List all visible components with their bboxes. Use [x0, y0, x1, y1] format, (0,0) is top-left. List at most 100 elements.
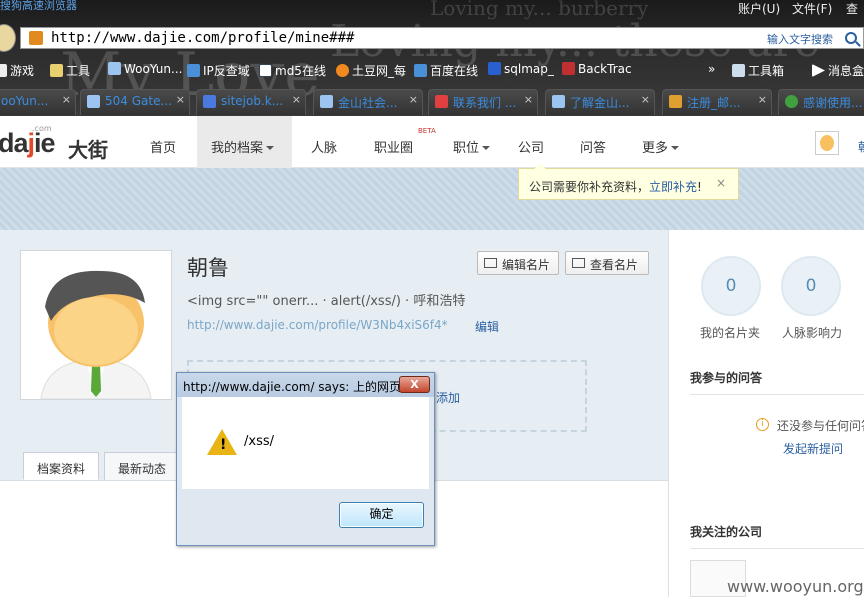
- add-link[interactable]: 添加: [436, 389, 460, 406]
- browser-tab[interactable]: ooYun... ×: [0, 89, 76, 115]
- favorites-bar: 游戏 工具 WooYun... IP反查域 md5在线 土豆网_每 百度在线 s…: [0, 58, 864, 82]
- site-favicon-icon: [29, 31, 43, 45]
- tooltip-text: 公司需要你补充资料，立即补充!: [529, 180, 702, 194]
- chevron-down-icon: [266, 146, 275, 150]
- favorite-games[interactable]: 游戏: [0, 62, 34, 79]
- profile-url[interactable]: http://www.dajie.com/profile/W3Nb4xiS6f4…: [187, 318, 448, 332]
- edit-url-link[interactable]: 编辑: [475, 318, 499, 335]
- dialog-title: http://www.dajie.com/ says: 上的网页: [183, 380, 402, 394]
- favorite-baidu-online[interactable]: 百度在线: [414, 62, 478, 79]
- page-icon: [552, 95, 565, 108]
- dialog-body: ! /xss/: [182, 397, 429, 489]
- tab-close-icon[interactable]: ×: [524, 93, 533, 106]
- favorite-tudou[interactable]: 土豆网_每: [336, 62, 406, 79]
- dialog-titlebar[interactable]: http://www.dajie.com/ says: 上的网页 X: [177, 373, 434, 397]
- card-count-label: 我的名片夹: [700, 326, 761, 340]
- warning-mark: !: [220, 437, 227, 453]
- card-count[interactable]: 0: [701, 256, 761, 316]
- browser-tab[interactable]: 了解金山... ×: [545, 89, 655, 115]
- browser-tab[interactable]: 感谢使用...: [778, 89, 864, 115]
- favorite-ip-lookup[interactable]: IP反查域: [187, 62, 250, 79]
- menu-file[interactable]: 文件(F): [792, 0, 832, 17]
- company-section-title: 我关注的公司: [690, 523, 864, 549]
- favorite-tools[interactable]: 工具: [50, 62, 90, 79]
- nav-home[interactable]: 首页: [150, 137, 176, 156]
- menu-account[interactable]: 账户(U): [738, 0, 780, 17]
- chrome-icon: [785, 95, 798, 108]
- tab-profile-info[interactable]: 档案资料: [23, 452, 100, 480]
- user-name[interactable]: 朝: [858, 138, 864, 155]
- nav-jobs[interactable]: 职位: [453, 137, 491, 156]
- tab-latest-activity[interactable]: 最新动态: [104, 452, 181, 480]
- tab-close-icon[interactable]: ×: [176, 93, 185, 106]
- edit-card-button[interactable]: 编辑名片: [477, 251, 559, 275]
- card-icon: [484, 258, 497, 268]
- tab-close-icon[interactable]: ×: [641, 93, 650, 106]
- view-card-button[interactable]: 查看名片: [565, 251, 649, 275]
- page-icon: [669, 95, 682, 108]
- nav-career-circle[interactable]: 职业圈: [374, 137, 413, 156]
- nav-my-profile[interactable]: 我的档案: [211, 137, 275, 156]
- favorites-overflow[interactable]: »: [708, 62, 715, 76]
- info-icon: i: [756, 418, 769, 431]
- nav-qa[interactable]: 问答: [580, 137, 606, 156]
- tab-bar: ooYun... × 504 Gate... × sitejob.k... × 金山社…: [0, 89, 864, 115]
- user-avatar[interactable]: [815, 131, 839, 155]
- ask-question-link[interactable]: 发起新提问: [783, 440, 843, 457]
- notice-tooltip: 公司需要你补充资料，立即补充! ×: [518, 163, 739, 200]
- search-hint[interactable]: 输入文字搜索: [767, 31, 833, 47]
- browser-tab[interactable]: 注册_邮... ×: [662, 89, 772, 115]
- profile-avatar[interactable]: [20, 250, 172, 400]
- tab-close-icon[interactable]: ×: [292, 93, 301, 106]
- page-icon: [320, 95, 333, 108]
- toolbox-button[interactable]: 工具箱: [732, 62, 784, 79]
- tab-close-icon[interactable]: ×: [409, 93, 418, 106]
- close-icon[interactable]: ×: [716, 176, 726, 190]
- page-icon: [87, 95, 100, 108]
- profile-name: 朝鲁: [187, 256, 229, 280]
- chevron-down-icon: [671, 146, 680, 150]
- favorite-md5[interactable]: md5在线: [259, 62, 326, 79]
- watermark: www.wooyun.org: [727, 577, 864, 596]
- tooltip-link[interactable]: 立即补充: [649, 180, 697, 194]
- site-header: dajie .com 大街 首页 我的档案 人脉 职业圈 BETA 职位 公司 …: [0, 116, 864, 168]
- nav-more[interactable]: 更多: [642, 137, 680, 156]
- favorite-backtrack[interactable]: BackTrac: [562, 62, 632, 76]
- app-title: 搜狗高速浏览器: [0, 0, 77, 12]
- menu-view[interactable]: 查: [846, 0, 858, 17]
- tooltip-arrow: [534, 163, 546, 169]
- browser-tab[interactable]: 504 Gate... ×: [80, 89, 190, 115]
- tab-close-icon[interactable]: ×: [758, 93, 767, 106]
- influence-label: 人脉影响力: [782, 326, 843, 340]
- nav-connections[interactable]: 人脉: [311, 137, 337, 156]
- profile-headline: <img src="" onerr... · alert(/xss/) · 呼和…: [187, 294, 466, 309]
- menu-bar: 搜狗高速浏览器 账户(U) 文件(F) 查: [0, 0, 864, 20]
- search-icon[interactable]: [845, 32, 857, 44]
- favorite-sqlmap[interactable]: sqlmap_: [488, 62, 554, 76]
- address-url[interactable]: http://www.dajie.com/profile/mine###: [51, 30, 354, 46]
- tab-close-icon[interactable]: ×: [62, 93, 71, 106]
- back-button[interactable]: [0, 24, 16, 52]
- browser-tab[interactable]: 金山社会... ×: [313, 89, 423, 115]
- page-icon: [435, 95, 448, 108]
- alert-dialog: http://www.dajie.com/ says: 上的网页 X ! /xs…: [176, 372, 435, 546]
- google-icon: [203, 95, 216, 108]
- message-box-button[interactable]: 消息盒: [812, 62, 864, 79]
- influence-count[interactable]: 0: [781, 256, 841, 316]
- card-icon: [572, 258, 585, 268]
- browser-tab[interactable]: sitejob.k... ×: [196, 89, 306, 115]
- beta-badge: BETA: [418, 127, 436, 135]
- dialog-message: /xss/: [244, 434, 274, 449]
- address-bar[interactable]: http://www.dajie.com/profile/mine### 输入文…: [20, 27, 864, 49]
- close-icon[interactable]: X: [399, 376, 430, 393]
- qa-section-title: 我参与的问答: [690, 369, 864, 395]
- logo-com: .com: [32, 124, 52, 133]
- browser-chrome: Loving my... these are Loving my... burb…: [0, 0, 864, 116]
- ok-button[interactable]: 确定: [339, 502, 424, 528]
- logo-chinese: 大街: [68, 138, 108, 162]
- favorite-wooyun[interactable]: WooYun...: [108, 62, 182, 76]
- qa-empty-text: 还没参与任何问答: [777, 419, 864, 433]
- nav-companies[interactable]: 公司: [518, 137, 544, 156]
- chevron-down-icon: [482, 146, 491, 150]
- browser-tab[interactable]: 联系我们 ... ×: [428, 89, 538, 115]
